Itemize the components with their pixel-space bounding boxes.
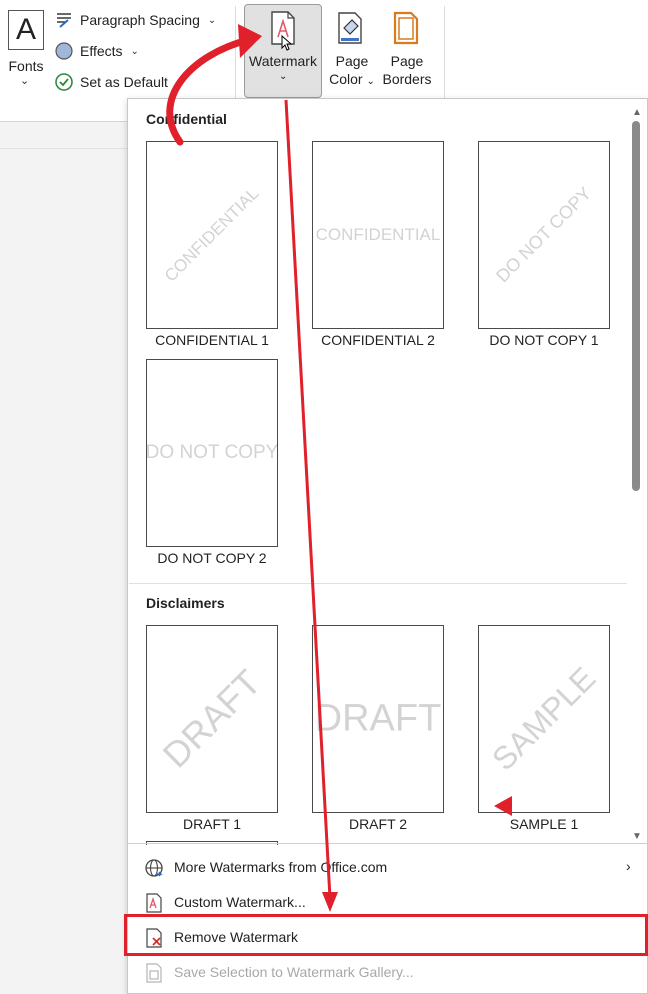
thumb-caption: DO NOT COPY 1 [489, 332, 599, 348]
watermark-draft-2[interactable]: DRAFT [312, 625, 444, 813]
watermark-button[interactable]: Watermark ⌄ [244, 4, 322, 98]
thumb-caption: DRAFT 1 [182, 816, 242, 832]
custom-watermark-label: Custom Watermark... [174, 894, 306, 910]
watermark-preview-text: DO NOT COPY [492, 183, 596, 287]
effects-label: Effects [80, 43, 123, 59]
scroll-up-icon[interactable]: ▲ [632, 107, 642, 118]
scroll-down-icon[interactable]: ▼ [632, 831, 642, 842]
thumb-caption: CONFIDENTIAL 2 [321, 332, 435, 348]
set-as-default-label: Set as Default [80, 74, 168, 90]
thumb-caption: CONFIDENTIAL 1 [155, 332, 269, 348]
watermark-preview-text: DRAFT [314, 697, 442, 740]
chevron-down-icon: ⌄ [20, 75, 30, 87]
section-title-confidential: Confidential [146, 111, 227, 127]
watermark-do-not-copy-1[interactable]: DO NOT COPY [478, 141, 610, 329]
remove-watermark-highlight [124, 914, 648, 956]
document-edge [0, 148, 130, 149]
watermark-preview-text: DO NOT COPY [146, 442, 278, 463]
watermark-do-not-copy-2[interactable]: DO NOT COPY [146, 359, 278, 547]
section-title-disclaimers: Disclaimers [146, 595, 225, 611]
fonts-icon: A [8, 10, 44, 50]
ribbon-separator [444, 6, 445, 110]
page-color-icon [336, 10, 366, 51]
set-as-default-button[interactable]: Set as Default [54, 71, 168, 93]
page-borders-label-1: Page [390, 53, 424, 69]
save-selection-label: Save Selection to Watermark Gallery... [174, 964, 414, 980]
chevron-down-icon: ⌄ [279, 71, 288, 82]
section-divider [129, 583, 627, 584]
watermark-preview-text: CONFIDENTIAL [315, 225, 441, 244]
watermark-gallery-dropdown: Confidential CONFIDENTIAL CONFIDENTIAL 1… [127, 98, 648, 994]
watermark-label: Watermark [249, 53, 317, 69]
watermark-confidential-2[interactable]: CONFIDENTIAL [312, 141, 444, 329]
ribbon-separator [235, 6, 236, 110]
watermark-confidential-1[interactable]: CONFIDENTIAL [146, 141, 278, 329]
scroll-thumb[interactable] [632, 121, 640, 491]
page-color-label-2: Color ⌄ [329, 71, 375, 87]
page-color-button[interactable]: Page Color ⌄ [322, 6, 382, 96]
watermark-preview-text: CONFIDENTIAL [160, 183, 263, 286]
fonts-label: Fonts [8, 58, 44, 74]
save-selection-icon [144, 963, 164, 983]
thumb-caption: DO NOT COPY 2 [157, 550, 267, 566]
effects-icon [54, 41, 74, 61]
chevron-right-icon: › [626, 858, 631, 874]
page-color-label-1: Page [335, 53, 369, 69]
page-borders-icon [392, 10, 422, 51]
custom-watermark-icon [144, 893, 164, 913]
watermark-preview-text: DRAFT [154, 661, 269, 776]
gallery-scrollbar[interactable]: ▲ ▼ [628, 107, 648, 851]
effects-button[interactable]: Effects ⌄ [54, 40, 139, 62]
thumb-caption: SAMPLE 1 [509, 816, 579, 832]
watermark-sample-1[interactable]: SAMPLE [478, 625, 610, 813]
page-borders-button[interactable]: Page Borders [377, 6, 437, 96]
chevron-down-icon: ⌄ [130, 45, 139, 57]
chevron-down-icon: ⌄ [207, 14, 217, 26]
more-watermarks-label: More Watermarks from Office.com [174, 859, 388, 875]
paragraph-spacing-label: Paragraph Spacing [80, 12, 200, 28]
paragraph-spacing-icon [54, 10, 74, 30]
fonts-button[interactable]: A Fonts ⌄ [4, 6, 44, 96]
check-circle-icon [54, 72, 74, 92]
watermark-draft-1[interactable]: DRAFT [146, 625, 278, 813]
watermark-preview-text: SAMPLE [485, 660, 603, 778]
globe-icon [144, 858, 164, 878]
paragraph-spacing-button[interactable]: Paragraph Spacing ⌄ [54, 9, 216, 31]
menu-separator [128, 843, 647, 844]
save-selection-menu-item[interactable]: Save Selection to Watermark Gallery... [128, 956, 647, 990]
page-borders-label-2: Borders [382, 71, 432, 87]
more-watermarks-menu-item[interactable]: More Watermarks from Office.com › [128, 851, 647, 885]
thumb-caption: DRAFT 2 [348, 816, 408, 832]
